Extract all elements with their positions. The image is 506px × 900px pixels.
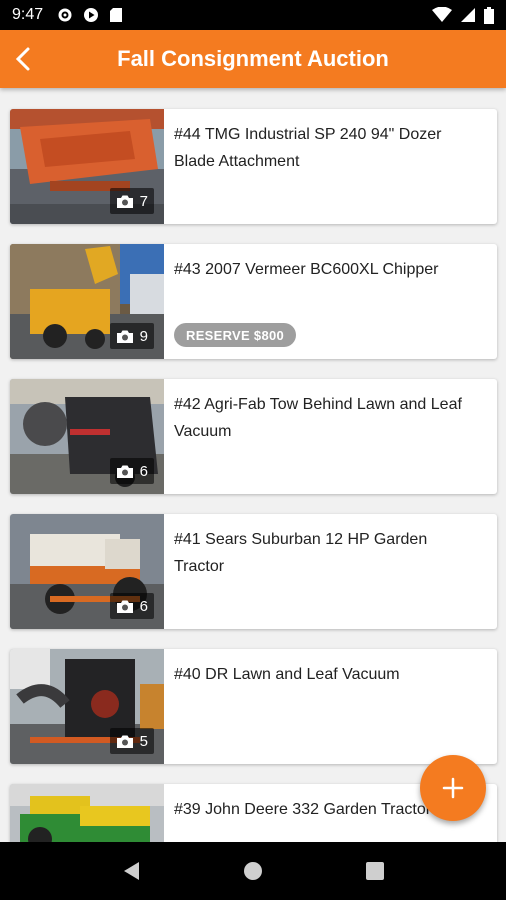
photo-count: 7 [109, 188, 154, 214]
lot-card[interactable]: 6 #41 Sears Suburban 12 HP Garden Tracto… [10, 514, 497, 629]
play-icon [84, 8, 99, 22]
photo-count: 6 [109, 458, 154, 484]
app-bar: Fall Consignment Auction [0, 30, 506, 88]
lot-title: #40 DR Lawn and Leaf Vacuum [174, 666, 400, 683]
lot-title: #42 Agri-Fab Tow Behind Lawn and Leaf Va… [174, 396, 462, 440]
lot-thumbnail[interactable]: 6 [10, 379, 164, 494]
wifi-icon [432, 7, 452, 22]
lot-list[interactable]: 7 #44 TMG Industrial SP 240 94" Dozer Bl… [0, 88, 506, 842]
back-button[interactable] [0, 30, 46, 88]
sd-card-icon [110, 8, 123, 22]
camera-icon [116, 195, 133, 208]
reserve-badge: RESERVE $800 [174, 323, 297, 347]
photo-count: 5 [109, 728, 154, 754]
lot-card[interactable]: 9 #43 2007 Vermeer BC600XL Chipper RESER… [10, 244, 497, 359]
lot-thumbnail[interactable]: 9 [10, 244, 164, 359]
lot-card[interactable]: 7 #44 TMG Industrial SP 240 94" Dozer Bl… [10, 109, 497, 224]
settings-icon [58, 8, 72, 22]
battery-icon [484, 6, 494, 24]
lot-title: #41 Sears Suburban 12 HP Garden Tractor [174, 531, 428, 575]
system-nav-bar [0, 842, 506, 900]
photo-count: 6 [109, 593, 154, 619]
lot-card[interactable]: 5 #40 DR Lawn and Leaf Vacuum [10, 649, 497, 764]
camera-icon [116, 465, 133, 478]
plus-icon [442, 777, 464, 799]
camera-icon [116, 600, 133, 613]
lot-title: #44 TMG Industrial SP 240 94" Dozer Blad… [174, 126, 442, 170]
nav-recents-icon[interactable] [365, 861, 385, 881]
lot-title: #43 2007 Vermeer BC600XL Chipper [174, 261, 439, 278]
lot-thumbnail[interactable]: 5 [10, 649, 164, 764]
status-time: 9:47 [12, 6, 44, 23]
lot-thumbnail[interactable]: 7 [10, 109, 164, 224]
lot-photo [10, 784, 164, 842]
camera-icon [116, 735, 133, 748]
nav-home-icon[interactable] [242, 860, 264, 882]
lot-card[interactable]: 6 #42 Agri-Fab Tow Behind Lawn and Leaf … [10, 379, 497, 494]
camera-icon [116, 330, 133, 343]
back-arrow-icon [15, 47, 30, 71]
nav-back-icon[interactable] [121, 860, 141, 882]
status-bar: 9:47 [0, 0, 506, 30]
add-button[interactable] [420, 755, 486, 821]
page-title: Fall Consignment Auction [117, 46, 389, 71]
lot-thumbnail[interactable] [10, 784, 164, 842]
lot-thumbnail[interactable]: 6 [10, 514, 164, 629]
photo-count: 9 [109, 323, 154, 349]
signal-icon [461, 8, 475, 22]
